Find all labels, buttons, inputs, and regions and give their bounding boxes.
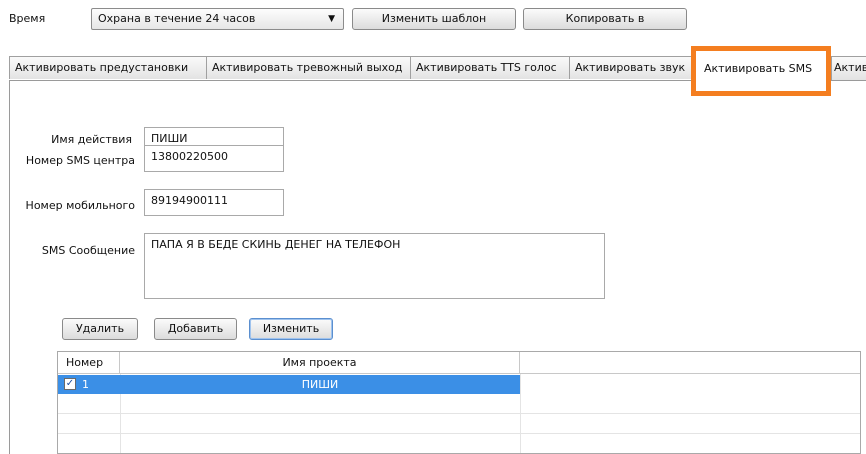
project-table: Номер Имя проекта ✓ 1 ПИШИ <box>57 351 861 454</box>
change-button[interactable]: Изменить <box>249 318 333 340</box>
schedule-select[interactable]: Охрана в течение 24 часов ▼ <box>91 8 344 30</box>
tab-activate-sound[interactable]: Активировать звук <box>569 56 692 79</box>
sms-center-label: Номер SMS центра <box>25 154 135 167</box>
tab-activate-presets[interactable]: Активировать предустановки <box>9 56 207 79</box>
chevron-down-icon: ▼ <box>328 14 335 24</box>
tab-activate-tts-voice[interactable]: Активировать TTS голос <box>410 56 570 79</box>
copy-to-button[interactable]: Копировать в <box>523 8 687 30</box>
mobile-number-label: Номер мобильного <box>25 199 135 212</box>
tab-next-partial[interactable]: Активи <box>831 56 866 80</box>
tab-activate-alarm-output[interactable]: Активировать тревожный выход <box>206 56 411 79</box>
table-column-divider <box>520 374 521 453</box>
column-header-empty <box>520 352 860 374</box>
column-header-project-name[interactable]: Имя проекта <box>120 352 520 374</box>
tab-activate-sms-label: Активировать SMS <box>704 62 813 75</box>
column-header-number[interactable]: Номер <box>58 352 120 374</box>
edit-template-button[interactable]: Изменить шаблон <box>352 8 516 30</box>
tab-activate-sms[interactable]: Активировать SMS <box>691 46 831 96</box>
table-row[interactable]: ✓ 1 ПИШИ <box>58 375 520 394</box>
schedule-select-value: Охрана в течение 24 часов <box>98 12 256 25</box>
delete-button[interactable]: Удалить <box>62 318 138 340</box>
row-project-name: ПИШИ <box>301 378 339 391</box>
sms-center-field[interactable]: 13800220500 <box>144 145 284 172</box>
table-row-empty <box>58 434 860 453</box>
time-label: Время <box>9 12 46 25</box>
row-checkbox[interactable]: ✓ <box>64 378 76 390</box>
sms-message-label: SMS Сообщение <box>41 244 135 257</box>
add-button[interactable]: Добавить <box>154 318 237 340</box>
table-row-empty <box>58 414 860 434</box>
sms-message-field[interactable]: ПАПА Я В БЕДЕ СКИНЬ ДЕНЕГ НА ТЕЛЕФОН <box>144 233 605 299</box>
row-number: 1 <box>82 378 89 391</box>
table-row-empty <box>58 394 860 414</box>
mobile-number-field[interactable]: 89194900111 <box>144 189 284 216</box>
action-name-label: Имя действия <box>51 133 132 146</box>
